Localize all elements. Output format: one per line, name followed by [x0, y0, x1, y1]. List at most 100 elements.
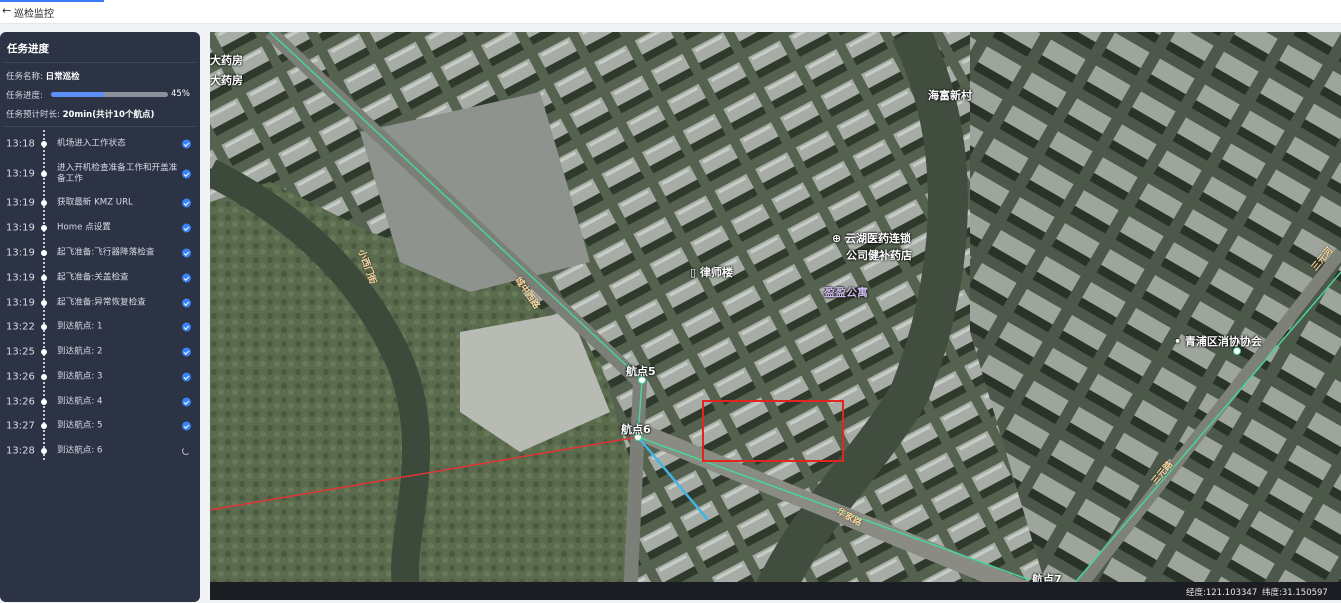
step-time: 13:18 — [6, 138, 35, 150]
check-circle-icon — [182, 223, 191, 233]
check-circle-icon — [182, 421, 191, 431]
back-arrow-icon[interactable]: ← — [2, 4, 11, 17]
timeline-dot — [41, 141, 47, 147]
step-label: 进入开机检查准备工作和开盖准备工作 — [57, 163, 178, 184]
task-progress-panel: 任务进度 任务名称: 日常巡检 任务进度: 45% 任务预计时长: 20min(… — [0, 32, 200, 602]
map-poi-yunhu-pharmacy: ⊕ 云湖医药连锁 — [832, 232, 912, 245]
check-circle-icon — [182, 198, 191, 208]
divider — [4, 62, 196, 63]
step-label: 到达航点: 5 — [57, 420, 103, 431]
timeline-step: 13:28 到达航点: 6 — [0, 439, 200, 463]
waypoint-6-label: 航点6 — [621, 423, 651, 436]
timeline-step: 13:19 获取最新 KMZ URL — [0, 191, 200, 215]
top-bar: ← 巡检监控 — [0, 0, 1341, 24]
step-label: 到达航点: 3 — [57, 371, 103, 382]
timeline-dot — [41, 374, 47, 380]
timeline-dot — [41, 300, 47, 306]
timeline-step: 13:19 起飞准备:异常恢复检查 — [0, 291, 200, 315]
step-time: 13:19 — [6, 272, 35, 284]
step-label: 起飞准备:飞行器降落检查 — [57, 247, 155, 258]
step-time: 13:19 — [6, 197, 35, 209]
task-name-value: 日常巡检 — [45, 72, 80, 82]
map-poi-haiyun-village: 海富新村 — [928, 89, 972, 102]
step-label: Home 点设置 — [57, 222, 111, 233]
step-label: 起飞准备:异常恢复检查 — [57, 297, 146, 308]
task-progress-percent: 45% — [171, 89, 190, 99]
step-time: 13:22 — [6, 321, 35, 333]
step-label: 机场进入工作状态 — [57, 138, 126, 149]
step-label: 到达航点: 2 — [57, 346, 103, 357]
timeline-step: 13:19 起飞准备:飞行器降落检查 — [0, 241, 200, 265]
page-title: 巡检监控 — [14, 9, 54, 20]
active-tab-indicator — [0, 0, 104, 2]
check-circle-icon — [182, 248, 191, 258]
check-circle-icon — [182, 322, 191, 332]
step-time: 13:25 — [6, 346, 35, 358]
timeline-dot — [41, 225, 47, 231]
check-circle-icon — [182, 347, 191, 357]
timeline-dot — [41, 349, 47, 355]
timeline-step: 13:19 进入开机检查准备工作和开盖准备工作 — [0, 162, 200, 186]
timeline-step: 13:19 起飞准备:关盖检查 — [0, 266, 200, 290]
task-name-label: 任务名称: — [6, 72, 43, 82]
timeline-step: 13:22 到达航点: 1 — [0, 315, 200, 339]
map-poi-pharmacy: 大药房 — [210, 54, 243, 67]
map-poi-icon: ▯ — [690, 266, 700, 279]
timeline-dot — [41, 399, 47, 405]
task-duration-value: 20min(共计10个航点) — [62, 110, 155, 120]
map-poi-law-building: ▯ 律师楼 — [690, 266, 733, 279]
timeline-dot — [41, 324, 47, 330]
timeline-dot — [41, 275, 47, 281]
task-progress-bar — [51, 92, 168, 97]
waypoint-5-label: 航点5 — [626, 365, 656, 378]
task-name-row: 任务名称: 日常巡检 — [6, 70, 80, 82]
task-duration-label: 任务预计时长: — [6, 110, 60, 120]
task-duration-row: 任务预计时长: 20min(共计10个航点) — [6, 108, 154, 120]
timeline-step: 13:26 到达航点: 3 — [0, 365, 200, 389]
map-view[interactable]: 大药房 大药房 海富新村 ⊕ 云湖医药连锁 公司健补药店 ▯ 律师楼 盈盈公寓 … — [210, 32, 1341, 600]
step-time: 13:26 — [6, 371, 35, 383]
timeline-step: 13:18 机场进入工作状态 — [0, 132, 200, 156]
step-time: 13:19 — [6, 247, 35, 259]
check-circle-icon — [182, 169, 191, 179]
step-time: 13:19 — [6, 297, 35, 309]
step-label: 到达航点: 4 — [57, 396, 103, 407]
timeline-step: 13:25 到达航点: 2 — [0, 340, 200, 364]
step-time: 13:28 — [6, 445, 35, 457]
coordinate-bar: 经度:121.103347 纬度:31.150597 — [210, 582, 1341, 600]
timeline-dot — [41, 171, 47, 177]
map-poi-association: • 青浦区消协协会 — [1174, 335, 1262, 348]
step-label: 起飞准备:关盖检查 — [57, 272, 129, 283]
map-poi-icon: ⊕ — [832, 232, 846, 245]
target-area-marker[interactable] — [702, 400, 844, 462]
map-poi-yunhu-pharmacy-line2: 公司健补药店 — [846, 249, 912, 262]
task-progress-label: 任务进度: — [6, 91, 43, 101]
map-poi-apartment: 盈盈公寓 — [824, 286, 868, 299]
task-progress-fill — [51, 92, 104, 97]
satellite-map — [210, 32, 1341, 600]
timeline-dot — [41, 250, 47, 256]
check-circle-icon — [182, 139, 191, 149]
step-time: 13:27 — [6, 420, 35, 432]
longitude-readout: 经度:121.103347 — [1186, 588, 1258, 598]
check-circle-icon — [182, 298, 191, 308]
map-poi-pharmacy: 大药房 — [210, 74, 243, 87]
step-label: 获取最新 KMZ URL — [57, 197, 133, 208]
step-time: 13:26 — [6, 396, 35, 408]
panel-title: 任务进度 — [7, 43, 49, 55]
step-label: 到达航点: 6 — [57, 445, 103, 456]
check-circle-icon — [182, 273, 191, 283]
step-label: 到达航点: 1 — [57, 321, 103, 332]
loading-spinner-icon — [182, 447, 190, 455]
timeline-step: 13:19 Home 点设置 — [0, 216, 200, 240]
step-time: 13:19 — [6, 222, 35, 234]
timeline-dot — [41, 448, 47, 454]
latitude-readout: 纬度:31.150597 — [1262, 588, 1328, 598]
timeline-step: 13:27 到达航点: 5 — [0, 414, 200, 438]
timeline-dot — [41, 423, 47, 429]
divider — [4, 126, 196, 127]
timeline-dot — [41, 200, 47, 206]
step-time: 13:19 — [6, 168, 35, 180]
check-circle-icon — [182, 397, 191, 407]
timeline-step: 13:26 到达航点: 4 — [0, 390, 200, 414]
